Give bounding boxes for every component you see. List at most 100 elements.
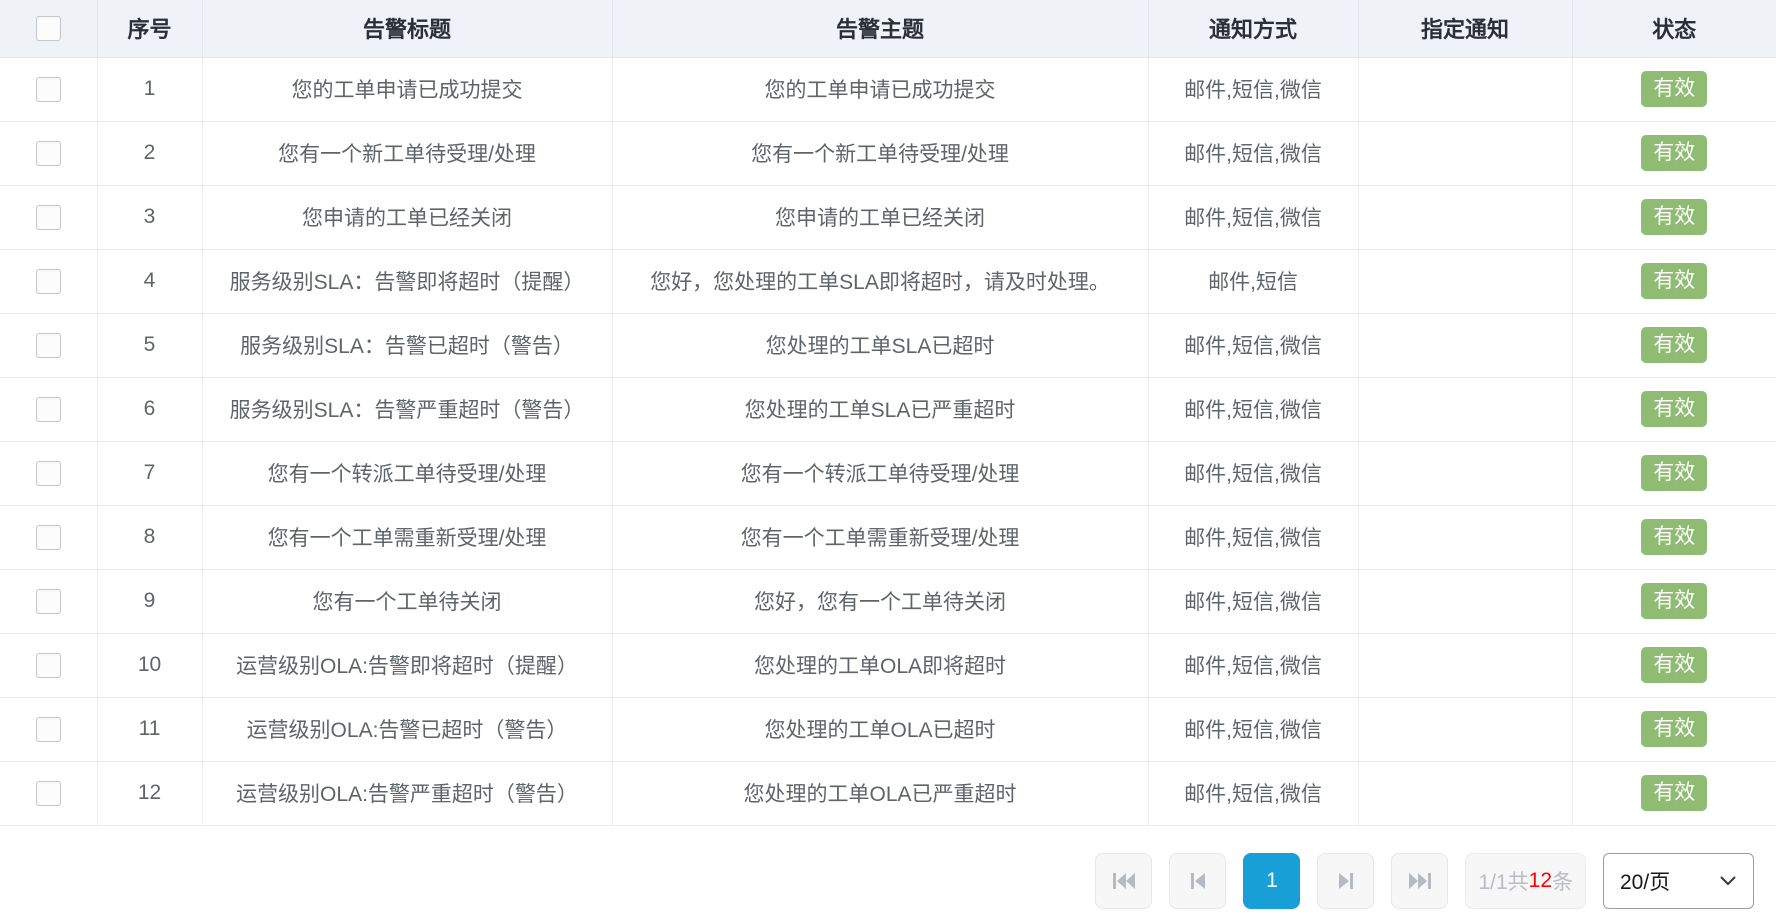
cell-assigned-notify bbox=[1358, 313, 1572, 377]
cell-assigned-notify bbox=[1358, 249, 1572, 313]
table-body: 1 您的工单申请已成功提交 您的工单申请已成功提交 邮件,短信,微信 有效 2 … bbox=[0, 57, 1776, 825]
cell-assigned-notify bbox=[1358, 57, 1572, 121]
cell-status: 有效 bbox=[1572, 505, 1776, 569]
cell-title: 您有一个转派工单待受理/处理 bbox=[202, 441, 612, 505]
cell-notify-method: 邮件,短信,微信 bbox=[1148, 441, 1358, 505]
table-row: 4 服务级别SLA：告警即将超时（提醒） 您好，您处理的工单SLA即将超时，请及… bbox=[0, 249, 1776, 313]
pagination-bar: 1 1/1共12条 20/页 bbox=[0, 853, 1776, 909]
cell-subject: 您申请的工单已经关闭 bbox=[612, 185, 1148, 249]
status-badge: 有效 bbox=[1641, 391, 1707, 427]
cell-notify-method: 邮件,短信,微信 bbox=[1148, 377, 1358, 441]
cell-no: 7 bbox=[97, 441, 202, 505]
first-page-button[interactable] bbox=[1095, 853, 1152, 909]
cell-title: 服务级别SLA：告警严重超时（警告） bbox=[202, 377, 612, 441]
first-page-icon bbox=[1110, 869, 1138, 893]
row-checkbox[interactable] bbox=[36, 333, 61, 358]
cell-no: 12 bbox=[97, 761, 202, 825]
last-page-button[interactable] bbox=[1391, 853, 1448, 909]
row-checkbox[interactable] bbox=[36, 589, 61, 614]
cell-checkbox bbox=[0, 441, 97, 505]
cell-title: 您的工单申请已成功提交 bbox=[202, 57, 612, 121]
cell-subject: 您有一个转派工单待受理/处理 bbox=[612, 441, 1148, 505]
cell-checkbox bbox=[0, 569, 97, 633]
cell-subject: 您处理的工单SLA已超时 bbox=[612, 313, 1148, 377]
cell-checkbox bbox=[0, 377, 97, 441]
cell-assigned-notify bbox=[1358, 505, 1572, 569]
table-row: 11 运营级别OLA:告警已超时（警告） 您处理的工单OLA已超时 邮件,短信,… bbox=[0, 697, 1776, 761]
cell-no: 3 bbox=[97, 185, 202, 249]
cell-no: 9 bbox=[97, 569, 202, 633]
cell-title: 您有一个工单待关闭 bbox=[202, 569, 612, 633]
cell-title: 您有一个工单需重新受理/处理 bbox=[202, 505, 612, 569]
cell-status: 有效 bbox=[1572, 377, 1776, 441]
row-checkbox[interactable] bbox=[36, 525, 61, 550]
pagination-info-suffix: 条 bbox=[1552, 866, 1573, 896]
cell-assigned-notify bbox=[1358, 633, 1572, 697]
pagination-info-prefix: 1/1共 bbox=[1478, 866, 1528, 896]
table-row: 6 服务级别SLA：告警严重超时（警告） 您处理的工单SLA已严重超时 邮件,短… bbox=[0, 377, 1776, 441]
status-badge: 有效 bbox=[1641, 199, 1707, 235]
row-checkbox[interactable] bbox=[36, 205, 61, 230]
chevron-down-icon bbox=[1719, 869, 1737, 893]
last-page-icon bbox=[1406, 869, 1434, 893]
cell-assigned-notify bbox=[1358, 697, 1572, 761]
cell-subject: 您好，您有一个工单待关闭 bbox=[612, 569, 1148, 633]
cell-subject: 您好，您处理的工单SLA即将超时，请及时处理。 bbox=[612, 249, 1148, 313]
cell-status: 有效 bbox=[1572, 569, 1776, 633]
cell-subject: 您处理的工单OLA已严重超时 bbox=[612, 761, 1148, 825]
header-cell-notify-method: 通知方式 bbox=[1148, 0, 1358, 57]
next-page-button[interactable] bbox=[1317, 853, 1374, 909]
status-badge: 有效 bbox=[1641, 647, 1707, 683]
table-row: 9 您有一个工单待关闭 您好，您有一个工单待关闭 邮件,短信,微信 有效 bbox=[0, 569, 1776, 633]
row-checkbox[interactable] bbox=[36, 397, 61, 422]
cell-no: 10 bbox=[97, 633, 202, 697]
cell-status: 有效 bbox=[1572, 121, 1776, 185]
cell-assigned-notify bbox=[1358, 441, 1572, 505]
prev-page-button[interactable] bbox=[1169, 853, 1226, 909]
cell-title: 运营级别OLA:告警即将超时（提醒） bbox=[202, 633, 612, 697]
table-row: 10 运营级别OLA:告警即将超时（提醒） 您处理的工单OLA即将超时 邮件,短… bbox=[0, 633, 1776, 697]
cell-notify-method: 邮件,短信,微信 bbox=[1148, 633, 1358, 697]
header-cell-subject: 告警主题 bbox=[612, 0, 1148, 57]
cell-assigned-notify bbox=[1358, 569, 1572, 633]
status-badge: 有效 bbox=[1641, 263, 1707, 299]
alert-notification-table: 序号 告警标题 告警主题 通知方式 指定通知 状态 1 您的工单申请已成功提交 … bbox=[0, 0, 1776, 826]
cell-no: 2 bbox=[97, 121, 202, 185]
table-row: 1 您的工单申请已成功提交 您的工单申请已成功提交 邮件,短信,微信 有效 bbox=[0, 57, 1776, 121]
cell-subject: 您有一个工单需重新受理/处理 bbox=[612, 505, 1148, 569]
cell-status: 有效 bbox=[1572, 761, 1776, 825]
row-checkbox[interactable] bbox=[36, 653, 61, 678]
cell-no: 11 bbox=[97, 697, 202, 761]
table-row: 5 服务级别SLA：告警已超时（警告） 您处理的工单SLA已超时 邮件,短信,微… bbox=[0, 313, 1776, 377]
cell-subject: 您有一个新工单待受理/处理 bbox=[612, 121, 1148, 185]
status-badge: 有效 bbox=[1641, 583, 1707, 619]
row-checkbox[interactable] bbox=[36, 141, 61, 166]
cell-no: 4 bbox=[97, 249, 202, 313]
cell-assigned-notify bbox=[1358, 185, 1572, 249]
cell-notify-method: 邮件,短信,微信 bbox=[1148, 697, 1358, 761]
cell-checkbox bbox=[0, 697, 97, 761]
row-checkbox[interactable] bbox=[36, 77, 61, 102]
current-page-button[interactable]: 1 bbox=[1243, 853, 1300, 909]
cell-title: 服务级别SLA：告警即将超时（提醒） bbox=[202, 249, 612, 313]
cell-checkbox bbox=[0, 761, 97, 825]
cell-notify-method: 邮件,短信,微信 bbox=[1148, 569, 1358, 633]
status-badge: 有效 bbox=[1641, 519, 1707, 555]
page-size-select[interactable]: 20/页 bbox=[1603, 853, 1754, 909]
row-checkbox[interactable] bbox=[36, 269, 61, 294]
row-checkbox[interactable] bbox=[36, 781, 61, 806]
cell-subject: 您的工单申请已成功提交 bbox=[612, 57, 1148, 121]
cell-no: 1 bbox=[97, 57, 202, 121]
status-badge: 有效 bbox=[1641, 71, 1707, 107]
select-all-checkbox[interactable] bbox=[36, 16, 61, 41]
cell-no: 8 bbox=[97, 505, 202, 569]
row-checkbox[interactable] bbox=[36, 717, 61, 742]
cell-checkbox bbox=[0, 633, 97, 697]
status-badge: 有效 bbox=[1641, 455, 1707, 491]
cell-no: 5 bbox=[97, 313, 202, 377]
header-cell-status: 状态 bbox=[1572, 0, 1776, 57]
cell-checkbox bbox=[0, 249, 97, 313]
row-checkbox[interactable] bbox=[36, 461, 61, 486]
cell-title: 服务级别SLA：告警已超时（警告） bbox=[202, 313, 612, 377]
cell-notify-method: 邮件,短信,微信 bbox=[1148, 121, 1358, 185]
